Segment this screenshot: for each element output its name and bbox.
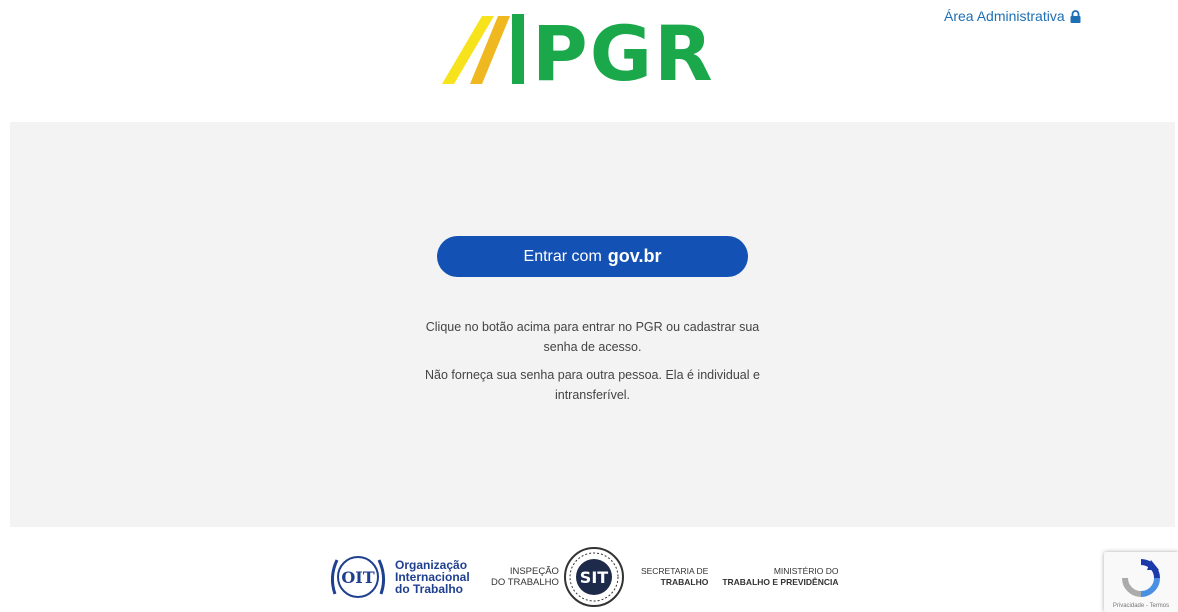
login-button-brand: gov.br — [607, 246, 662, 266]
secretaria-logo: SECRETARIA DE TRABALHO — [641, 566, 708, 588]
pgr-logo: PGR — [436, 4, 748, 88]
sit-emblem-icon: SIT — [563, 547, 624, 607]
password-warning: Não forneça sua senha para outra pessoa.… — [425, 368, 760, 402]
ministerio-logo: MINISTÉRIO DO TRABALHO E PREVIDÊNCIA — [722, 566, 838, 588]
secretaria-line: SECRETARIA DE — [640, 566, 709, 576]
login-button-prefix: Entrar com — [523, 247, 602, 265]
inspecao-line: DO TRABALHO — [491, 577, 559, 588]
inspecao-line: INSPEÇÃO — [509, 566, 559, 577]
ministerio-line: MINISTÉRIO DO — [773, 566, 839, 576]
oit-logo: OIT Organização Internacional do Trabalh… — [327, 548, 477, 606]
ministerio-line: TRABALHO E PREVIDÊNCIA — [722, 577, 839, 587]
inspecao-text: INSPEÇÃO DO TRABALHO — [491, 566, 559, 588]
login-panel: Entrar com gov.br Clique no botão acima … — [10, 122, 1175, 527]
header: PGR Área Administrativa — [0, 0, 1178, 122]
recaptcha-badge[interactable]: Privacidade - Termos — [1104, 552, 1178, 612]
recaptcha-icon — [1121, 558, 1161, 603]
lock-icon — [1070, 9, 1081, 23]
oit-mark: OIT — [341, 568, 374, 587]
oit-emblem-icon: OIT — [330, 556, 386, 598]
recaptcha-links[interactable]: Privacidade - Termos — [1104, 603, 1178, 609]
page: PGR Área Administrativa Entrar com gov.b… — [0, 0, 1178, 612]
inspecao-logo: INSPEÇÃO DO TRABALHO SIT — [491, 546, 625, 608]
oit-line: do Trabalho — [395, 582, 464, 596]
admin-area-label: Área Administrativa — [944, 8, 1065, 24]
oit-name: Organização Internacional do Trabalho — [395, 559, 477, 595]
footer-logos: OIT Organização Internacional do Trabalh… — [327, 545, 859, 609]
logo-text: PGR — [532, 9, 715, 88]
admin-area-link[interactable]: Área Administrativa — [944, 8, 1081, 24]
sit-mark: SIT — [580, 568, 608, 587]
secretaria-line: TRABALHO — [660, 577, 709, 587]
login-govbr-button[interactable]: Entrar com gov.br — [437, 236, 748, 277]
login-instructions: Clique no botão acima para entrar no PGR… — [425, 320, 760, 354]
